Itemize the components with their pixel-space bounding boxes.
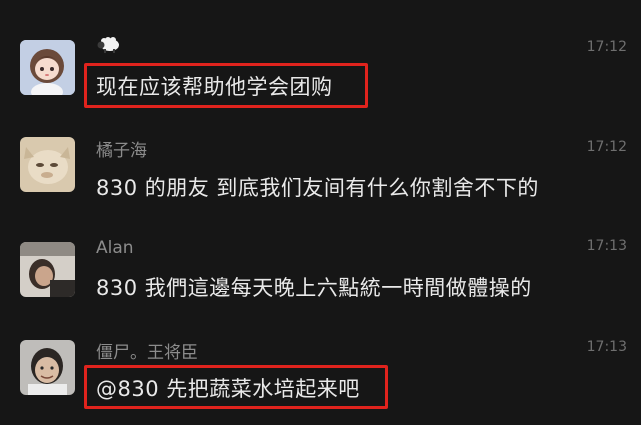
cat-photo-avatar-icon	[20, 137, 75, 192]
sender-name: 橘子海	[96, 141, 147, 161]
sender-name: 僵尸。王将臣	[96, 343, 198, 363]
chat-message[interactable]: Alan 17:13 830 我們這邊每天晚上六點統一時間做體操的	[0, 236, 641, 338]
timestamp: 17:12	[586, 139, 627, 155]
chat-message[interactable]: 橘子海 17:12 830 的朋友 到底我们友间有什么你割舍不下的	[0, 134, 641, 236]
message-text: @830 先把蔬菜水培起来吧	[96, 377, 360, 401]
sheep-icon	[97, 37, 119, 53]
person-photo-avatar-icon	[20, 242, 75, 297]
timestamp: 17:13	[586, 339, 627, 355]
chat-message[interactable]: 僵尸。王将臣 17:13 @830 先把蔬菜水培起来吧	[0, 336, 641, 425]
chat-window: 17:12 现在应该帮助他学会团购 橘子海 17:12 830 的朋友 到底我们…	[0, 0, 641, 425]
avatar[interactable]	[20, 242, 75, 297]
person-photo-avatar-icon	[20, 340, 75, 395]
avatar[interactable]	[20, 137, 75, 192]
message-text: 830 的朋友 到底我们友间有什么你割舍不下的	[96, 176, 539, 200]
timestamp: 17:12	[586, 39, 627, 55]
avatar[interactable]	[20, 340, 75, 395]
message-text: 830 我們這邊每天晚上六點統一時間做體操的	[96, 276, 532, 300]
sender-name: Alan	[96, 238, 134, 258]
chat-message[interactable]: 17:12 现在应该帮助他学会团购	[0, 30, 641, 132]
message-text: 现在应该帮助他学会团购	[96, 75, 333, 99]
sender-name	[96, 36, 122, 59]
timestamp: 17:13	[586, 238, 627, 254]
avatar[interactable]	[20, 40, 75, 95]
anime-girl-avatar-icon	[20, 40, 75, 95]
